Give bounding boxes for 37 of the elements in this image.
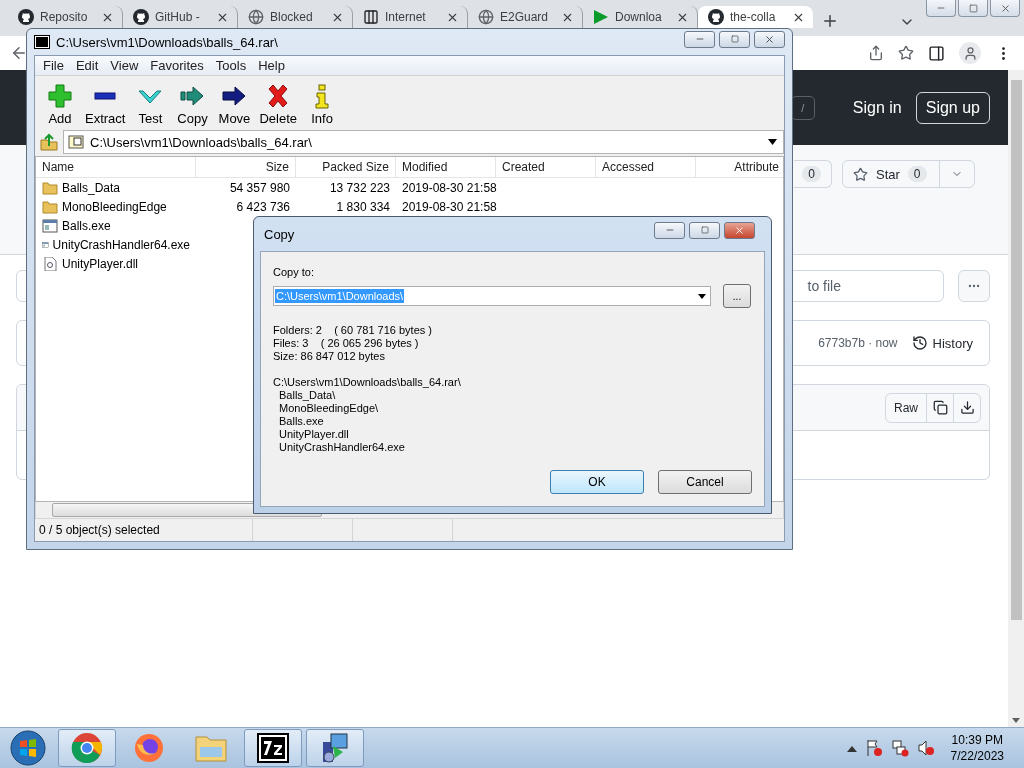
clock-date: 7/22/2023 xyxy=(950,748,1004,764)
modified-date: 2019-08-30 21:58 xyxy=(402,199,497,214)
packed-size: 1 830 334 xyxy=(336,199,390,214)
tab-title: E2Guard xyxy=(500,10,549,24)
star-count: 0 xyxy=(907,166,927,182)
summary-line: Size: 86 847 012 bytes xyxy=(273,350,386,363)
star-label: Star xyxy=(876,166,900,182)
tab-title: Blocked xyxy=(270,10,313,24)
source-path: C:\Users\vm1\Downloads\balls_64.rar\ xyxy=(273,376,462,389)
copy-to-label: Copy to: xyxy=(273,266,315,278)
tab-title: Reposito xyxy=(40,10,88,24)
tab-title: Internet xyxy=(385,10,426,24)
summary-line: Folders: 2 ( 60 781 716 bytes ) xyxy=(273,324,433,337)
tab-title: GitHub - xyxy=(155,10,200,24)
clock-time: 10:39 PM xyxy=(951,732,1003,748)
item-name: Balls.exe xyxy=(278,415,325,428)
window-title: C:\Users\vm1\Downloads\balls_64.rar\ xyxy=(56,34,278,50)
summary-line: Files: 3 ( 26 065 296 bytes ) xyxy=(273,337,420,350)
file-size: 54 357 980 xyxy=(229,180,290,195)
tab-title: Downloa xyxy=(615,10,662,24)
tab-title: the-colla xyxy=(730,10,776,24)
packed-size: 13 732 223 xyxy=(329,180,390,195)
file-name: Balls_Data xyxy=(62,180,121,195)
item-name: MonoBleedingEdge\ xyxy=(278,402,380,415)
file-name: Balls.exe xyxy=(62,218,111,233)
file-name: UnityPlayer.dll xyxy=(62,256,139,271)
dialog-title: Copy xyxy=(264,226,295,242)
item-name: UnityPlayer.dll xyxy=(278,428,350,441)
file-name: MonoBleedingEdge xyxy=(62,199,167,214)
file-size: 6 423 736 xyxy=(236,199,290,214)
item-name: UnityCrashHandler64.exe xyxy=(278,441,406,454)
file-name: UnityCrashHandler64.exe xyxy=(52,237,190,252)
item-name: Balls_Data\ xyxy=(278,389,337,402)
commit-info: 6773b7b · now xyxy=(818,336,898,350)
history-label: History xyxy=(932,335,973,351)
modified-date: 2019-08-30 21:58 xyxy=(402,180,497,195)
status-text: 0 / 5 object(s) selected xyxy=(39,523,160,537)
